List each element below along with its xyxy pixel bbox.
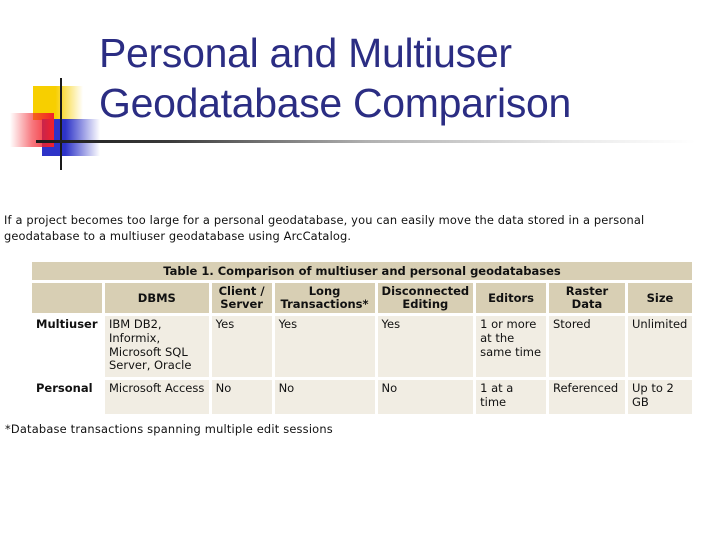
cell-dbms: Microsoft Access [104, 380, 209, 414]
slide-title-line1: Personal and Multiuser [99, 30, 512, 76]
slide-title-line2: Geodatabase Comparison [99, 80, 572, 126]
row-header: Personal [32, 380, 102, 414]
cell-raster-data: Referenced [548, 380, 625, 414]
vertical-line-decoration [60, 78, 62, 170]
cell-editors: 1 at a time [476, 380, 546, 414]
cell-long-transactions: Yes [274, 316, 375, 378]
table-footnote: *Database transactions spanning multiple… [5, 422, 333, 436]
column-header-raster-data: Raster Data [548, 283, 625, 313]
comparison-table: Table 1. Comparison of multiuser and per… [29, 259, 695, 417]
slide-title: Personal and Multiuser Geodatabase Compa… [99, 28, 571, 128]
row-header: Multiuser [32, 316, 102, 378]
cell-client-server: No [211, 380, 272, 414]
column-header-long-transactions: Long Transactions* [274, 283, 375, 313]
column-header-dbms: DBMS [104, 283, 209, 313]
column-header-editors: Editors [476, 283, 546, 313]
column-header-type [32, 283, 102, 313]
table-header-row: DBMS Client / Server Long Transactions* … [32, 283, 692, 313]
cell-raster-data: Stored [548, 316, 625, 378]
cell-long-transactions: No [274, 380, 375, 414]
intro-paragraph: If a project becomes too large for a per… [4, 213, 645, 243]
column-header-size: Size [627, 283, 692, 313]
table-row-personal: Personal Microsoft Access No No No 1 at … [32, 380, 692, 414]
title-underline-decoration [36, 140, 696, 143]
cell-size: Up to 2 GB [627, 380, 692, 414]
cell-dbms: IBM DB2, Informix, Microsoft SQL Server,… [104, 316, 209, 378]
cell-size: Unlimited [627, 316, 692, 378]
cell-client-server: Yes [211, 316, 272, 378]
cell-editors: 1 or more at the same time [476, 316, 546, 378]
cell-disconnected-editing: No [377, 380, 474, 414]
column-header-disconnected-editing: Disconnected Editing [377, 283, 474, 313]
cell-disconnected-editing: Yes [377, 316, 474, 378]
table-caption: Table 1. Comparison of multiuser and per… [32, 262, 692, 280]
table-row-multiuser: Multiuser IBM DB2, Informix, Microsoft S… [32, 316, 692, 378]
column-header-client-server: Client / Server [211, 283, 272, 313]
table-caption-row: Table 1. Comparison of multiuser and per… [32, 262, 692, 280]
